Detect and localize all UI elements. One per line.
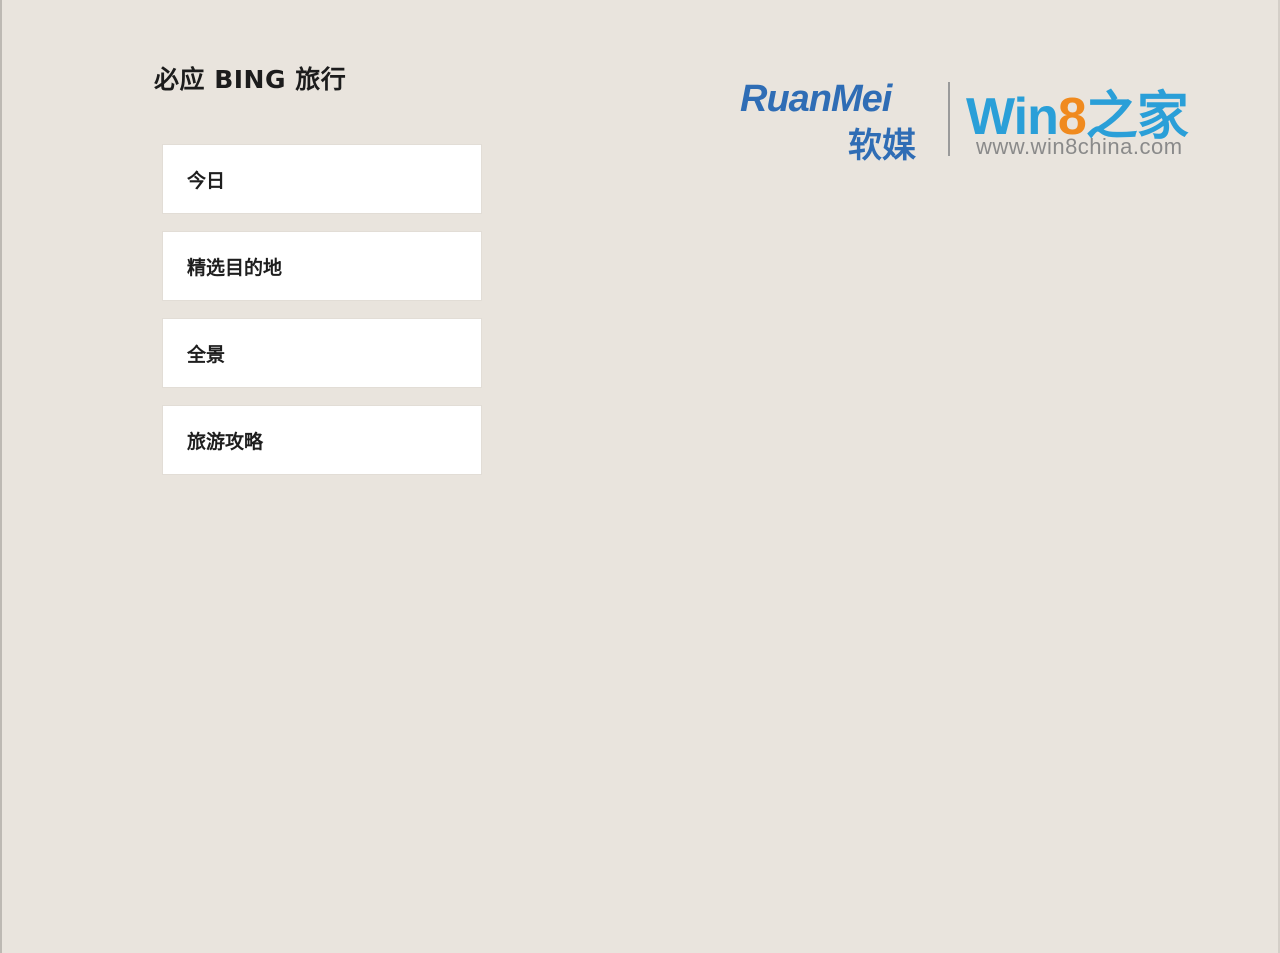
nav-item-label: 全景	[187, 343, 226, 366]
ruanmei-logo-text: RuanMei	[740, 78, 892, 120]
nav-item-panoramas[interactable]: 全景	[162, 318, 482, 388]
watermark-logo: RuanMei 软媒 Win8之家 www.win8china.com	[740, 76, 1220, 166]
nav-item-label: 精选目的地	[187, 256, 283, 279]
app-window: 必应 BING 旅行 今日 精选目的地 全景 旅游攻略 RuanMei 软媒 W…	[0, 0, 1280, 953]
nav-item-label: 今日	[187, 169, 226, 192]
nav-item-featured-destinations[interactable]: 精选目的地	[162, 231, 482, 301]
page-title: 必应 BING 旅行	[154, 65, 347, 94]
logo-divider	[948, 82, 950, 156]
ruanmei-logo-cn: 软媒	[848, 126, 916, 166]
nav-list: 今日 精选目的地 全景 旅游攻略	[162, 144, 482, 492]
nav-item-today[interactable]: 今日	[162, 144, 482, 214]
nav-item-travel-guides[interactable]: 旅游攻略	[162, 405, 482, 475]
watermark-url: www.win8china.com	[976, 134, 1183, 159]
nav-item-label: 旅游攻略	[187, 430, 264, 453]
